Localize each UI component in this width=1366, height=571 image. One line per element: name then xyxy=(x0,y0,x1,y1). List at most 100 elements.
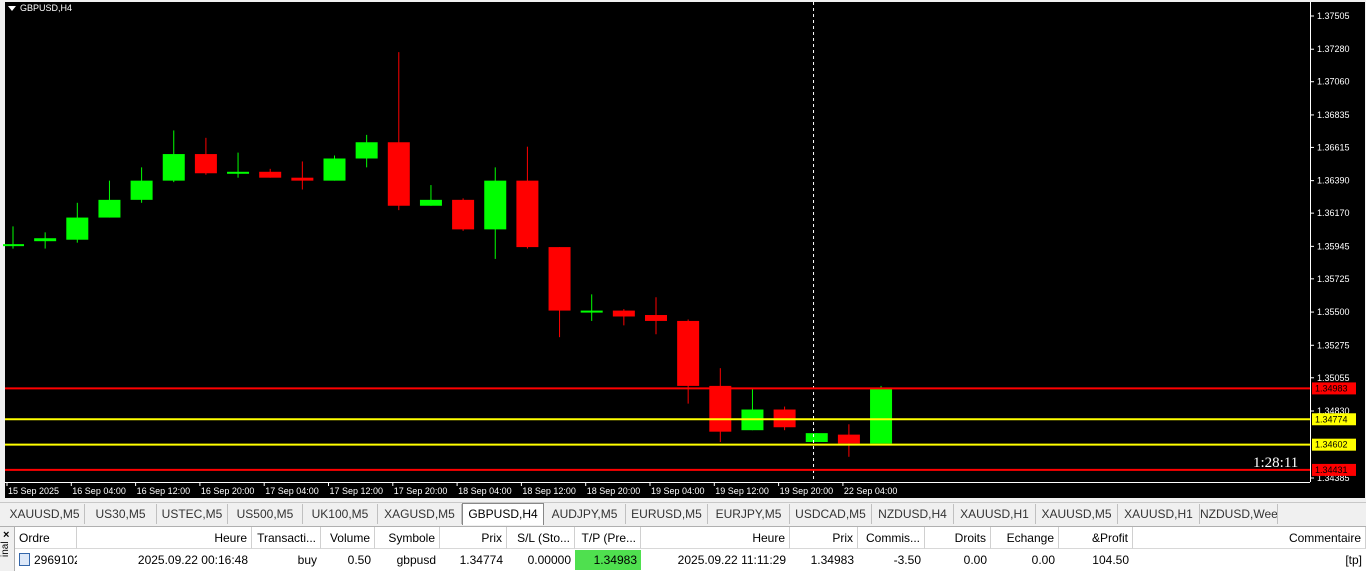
chart-window[interactable]: 1.37505 1.37280 1.37060 1.36835 1.36615 1.363… xyxy=(0,0,1366,500)
column-header[interactable]: Ordre xyxy=(15,527,77,549)
column-header[interactable]: Commis... xyxy=(858,527,925,549)
cell-value: gbpusd xyxy=(396,553,436,567)
time-tick-label: 17 Sep 12:00 xyxy=(330,486,384,496)
time-tick-label: 16 Sep 04:00 xyxy=(72,486,126,496)
column-header[interactable]: Volume xyxy=(321,527,375,549)
time-tick-label: 22 Sep 04:00 xyxy=(844,486,898,496)
candle-body xyxy=(323,158,346,181)
price-tick-label: 1.35725 xyxy=(1317,274,1350,284)
chart-tab[interactable]: NZDUSD,H4 xyxy=(872,504,954,524)
chart-tabs-bar: XAUUSD,M5 US30,M5 USTEC,M5 US500,M5 UK100,M5… xyxy=(0,502,1366,525)
candle-body xyxy=(66,217,89,240)
column-header[interactable]: Commentaire xyxy=(1133,527,1366,549)
candle-body xyxy=(580,310,603,313)
candle-body xyxy=(452,199,475,230)
column-header[interactable]: Prix xyxy=(440,527,507,549)
column-header[interactable]: Echange xyxy=(991,527,1059,549)
cell-value: 1.34983 xyxy=(810,553,854,567)
time-tick-label: 19 Sep 12:00 xyxy=(715,486,769,496)
column-header[interactable]: Heure xyxy=(77,527,252,549)
time-tick-label: 16 Sep 20:00 xyxy=(201,486,255,496)
time-tick-label: 18 Sep 12:00 xyxy=(522,486,576,496)
chart-tab[interactable]: XAUUSD,M5 xyxy=(5,504,85,524)
price-chart[interactable]: 1.37505 1.37280 1.37060 1.36835 1.36615 1.363… xyxy=(3,2,1365,498)
dropdown-triangle-icon[interactable] xyxy=(8,6,16,12)
table-cell[interactable]: 0.50 xyxy=(321,550,375,570)
candle-body xyxy=(227,171,250,174)
candle-body xyxy=(837,434,860,444)
chart-tab[interactable]: USTEC,M5 xyxy=(157,504,228,524)
column-header[interactable]: T/P (Pre... xyxy=(575,527,641,549)
column-header[interactable]: S/L (Sto... xyxy=(507,527,575,549)
chart-tab[interactable]: EURJPY,M5 xyxy=(708,504,790,524)
cell-value: 104.50 xyxy=(1092,553,1129,567)
cell-value: 2025.09.22 00:16:48 xyxy=(137,553,248,567)
time-tick-label: 18 Sep 04:00 xyxy=(458,486,512,496)
chart-tab[interactable]: USDCAD,M5 xyxy=(790,504,872,524)
chart-tab[interactable]: UK100,M5 xyxy=(303,504,378,524)
candle-body xyxy=(419,199,442,206)
level-price-label: 1.34774 xyxy=(1315,414,1348,424)
candle-body xyxy=(130,180,153,200)
table-cell[interactable]: 1.34983 xyxy=(575,550,641,570)
chart-tab[interactable]: US30,M5 xyxy=(85,504,157,524)
price-tick-label: 1.37280 xyxy=(1317,44,1350,54)
table-cell[interactable]: 0.00 xyxy=(925,550,991,570)
cell-value: buy xyxy=(297,553,317,567)
chart-tab[interactable]: GBPUSD,H4 xyxy=(462,503,544,525)
table-cell[interactable]: 0.00000 xyxy=(507,550,575,570)
table-cell[interactable]: 104.50 xyxy=(1059,550,1133,570)
time-tick-label: 17 Sep 04:00 xyxy=(265,486,319,496)
cell-value: 296910254 xyxy=(34,553,77,567)
column-header[interactable]: Symbole xyxy=(375,527,440,549)
candle-body xyxy=(677,320,700,386)
price-tick-label: 1.36170 xyxy=(1317,208,1350,218)
chart-tab[interactable]: US500,M5 xyxy=(228,504,303,524)
table-cell[interactable]: 0.00 xyxy=(991,550,1059,570)
table-cell[interactable]: 296910254 xyxy=(15,550,77,570)
cell-value: 0.50 xyxy=(347,553,371,567)
price-tick-label: 1.36390 xyxy=(1317,176,1350,186)
close-icon[interactable]: × xyxy=(3,529,9,541)
price-tick-label: 1.35055 xyxy=(1317,373,1350,383)
candle-body xyxy=(805,433,828,443)
chart-tab[interactable]: XAUUSD,H1 xyxy=(1118,504,1200,524)
table-cell[interactable]: 2025.09.22 11:11:29 xyxy=(641,550,790,570)
chart-tab[interactable]: NZDUSD,Weel xyxy=(1200,504,1278,524)
table-cell[interactable]: 1.34774 xyxy=(440,550,507,570)
table-cell[interactable]: 1.34983 xyxy=(790,550,858,570)
price-tick-label: 1.36615 xyxy=(1317,142,1350,152)
chart-tab[interactable]: AUDJPY,M5 xyxy=(544,504,626,524)
table-cell[interactable]: gbpusd xyxy=(375,550,440,570)
price-tick-label: 1.36835 xyxy=(1317,110,1350,120)
time-tick-label: 15 Sep 2025 xyxy=(8,486,59,496)
bar-countdown-timer: 1:28:11 xyxy=(1253,455,1298,471)
chart-tab[interactable]: XAUUSD,H1 xyxy=(954,504,1036,524)
time-tick-label: 19 Sep 20:00 xyxy=(780,486,834,496)
level-price-label: 1.34983 xyxy=(1315,383,1348,393)
candle-body xyxy=(870,388,893,444)
column-header[interactable]: Prix xyxy=(790,527,858,549)
candle-body xyxy=(645,315,667,321)
column-header[interactable]: Droits xyxy=(925,527,991,549)
cell-value: -3.50 xyxy=(893,553,921,567)
candle-body xyxy=(3,244,24,247)
table-cell[interactable]: [tp] xyxy=(1133,550,1366,570)
chart-tab[interactable]: XAUUSD,M5 xyxy=(1036,504,1118,524)
candle-body xyxy=(34,238,57,242)
chart-tab[interactable]: XAGUSD,M5 xyxy=(378,504,462,524)
table-cell[interactable]: -3.50 xyxy=(858,550,925,570)
terminal-side-label: inal xyxy=(0,541,11,557)
table-cell[interactable]: buy xyxy=(252,550,321,570)
chart-tab[interactable]: EURUSD,M5 xyxy=(626,504,708,524)
column-header[interactable]: Transacti... xyxy=(252,527,321,549)
candle-body xyxy=(709,385,732,432)
price-tick-label: 1.35275 xyxy=(1317,340,1350,350)
candle-body xyxy=(612,310,635,317)
table-cell[interactable]: 2025.09.22 00:16:48 xyxy=(77,550,252,570)
level-price-label: 1.34602 xyxy=(1315,440,1348,450)
column-header[interactable]: Heure xyxy=(641,527,790,549)
column-header[interactable]: &Profit xyxy=(1059,527,1133,549)
time-tick-label: 18 Sep 20:00 xyxy=(587,486,641,496)
time-tick-label: 19 Sep 04:00 xyxy=(651,486,705,496)
